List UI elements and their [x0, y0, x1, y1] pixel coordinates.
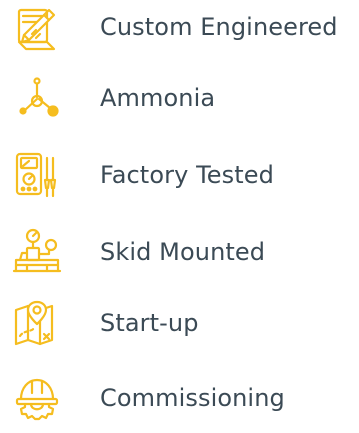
map-location-icon: [12, 298, 62, 348]
feature-list: Custom Engineered Ammonia Factory Tested…: [0, 0, 359, 425]
feature-label: Skid Mounted: [100, 238, 266, 266]
feature-item-factory-tested: Factory Tested: [0, 150, 359, 210]
skid-gauge-icon: [12, 227, 62, 277]
multimeter-icon: [12, 150, 62, 200]
hardhat-gear-icon: [12, 373, 62, 423]
feature-label: Start-up: [100, 309, 199, 337]
feature-item-commissioning: Commissioning: [0, 373, 359, 433]
feature-label: Ammonia: [100, 84, 216, 112]
feature-item-ammonia: Ammonia: [0, 73, 359, 133]
feature-item-skid-mounted: Skid Mounted: [0, 227, 359, 287]
blueprint-design-icon: [12, 2, 62, 52]
molecule-icon: [12, 73, 62, 123]
feature-item-custom-engineered: Custom Engineered: [0, 2, 359, 62]
feature-label: Custom Engineered: [100, 13, 338, 41]
feature-label: Commissioning: [100, 384, 285, 412]
feature-label: Factory Tested: [100, 161, 274, 189]
feature-item-start-up: Start-up: [0, 298, 359, 358]
